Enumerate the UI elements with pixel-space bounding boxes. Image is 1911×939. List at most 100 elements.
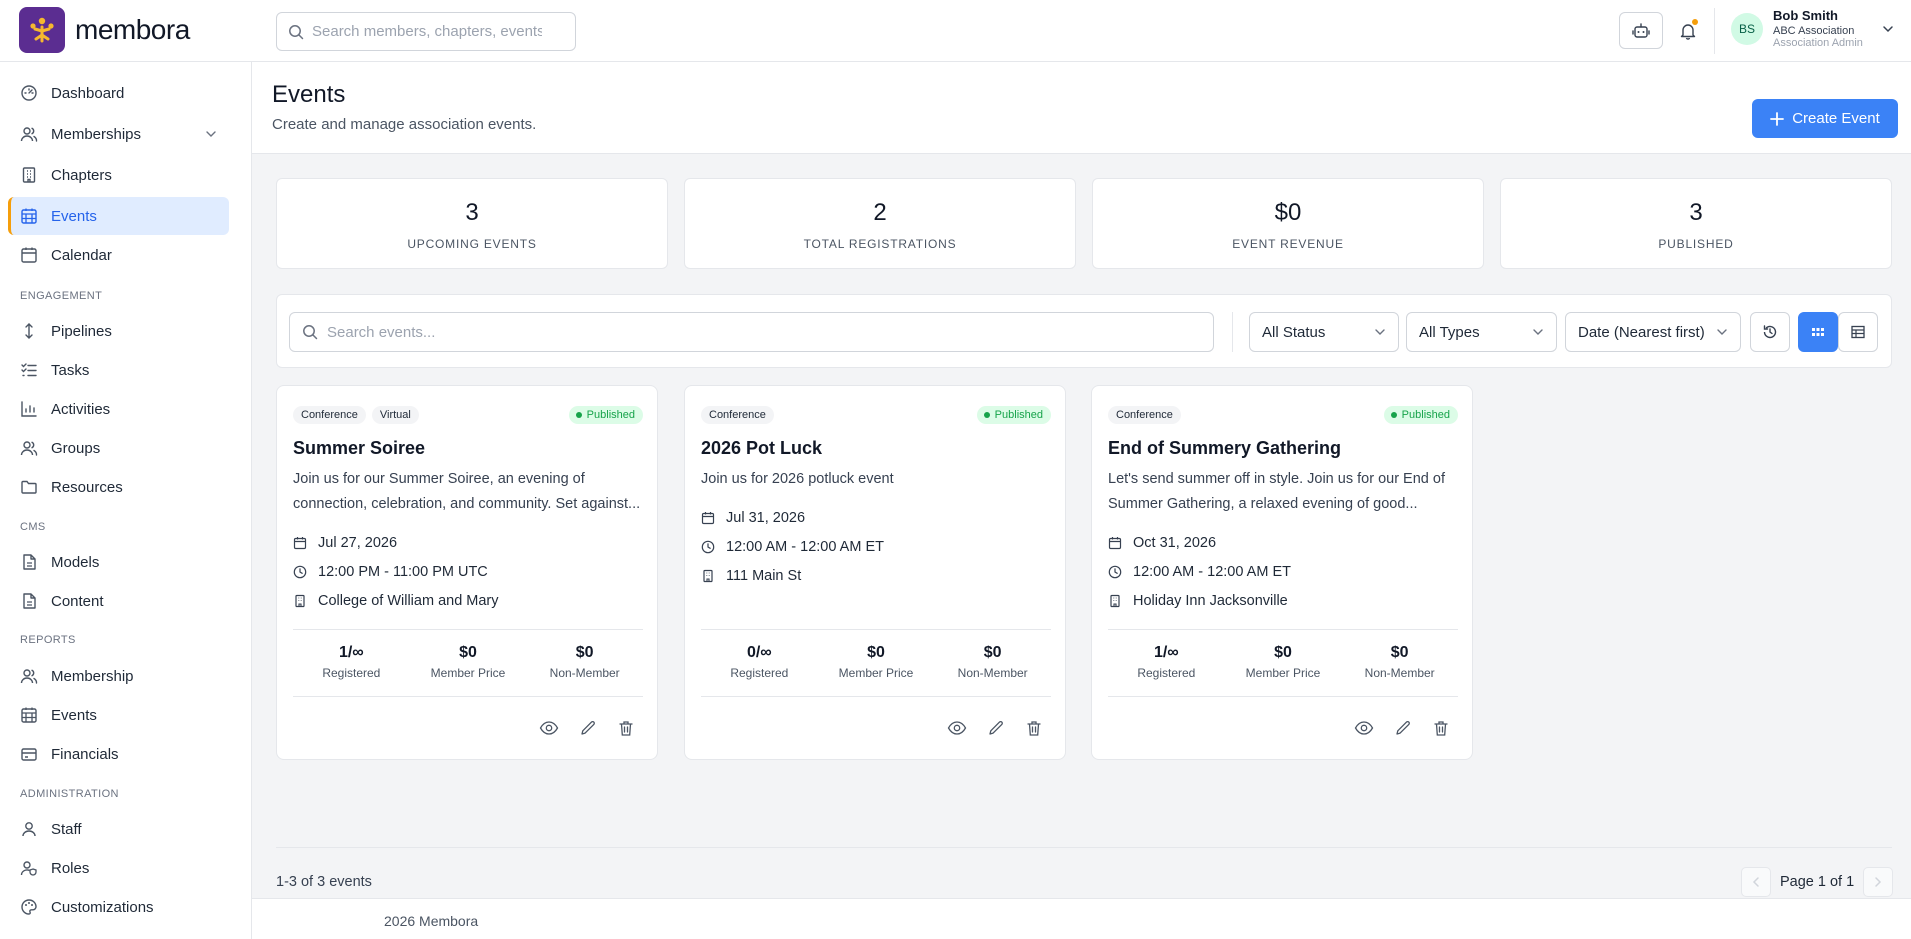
stat-label: TOTAL REGISTRATIONS <box>803 237 957 251</box>
status-text: Published <box>586 409 635 421</box>
history-icon <box>1762 324 1778 340</box>
notification-dot <box>1692 19 1698 25</box>
avatar: BS <box>1731 13 1763 46</box>
status-filter[interactable]: All Status <box>1249 312 1399 352</box>
sidebar-item-roles[interactable]: Roles <box>8 849 229 887</box>
edit-event-button[interactable] <box>579 719 597 737</box>
event-stats: 0/∞ Registered $0 Member Price $0 Non-Membe… <box>701 629 1051 697</box>
global-search[interactable] <box>276 12 576 51</box>
event-title[interactable]: End of Summery Gathering <box>1108 438 1341 459</box>
user-menu[interactable]: BS Bob Smith ABC Association Association… <box>1731 8 1895 49</box>
stat-total-registrations: 2 TOTAL REGISTRATIONS <box>684 178 1076 269</box>
event-date: Jul 27, 2026 <box>293 535 397 551</box>
section-label-administration: ADMINISTRATION <box>20 788 119 800</box>
sidebar-item-content[interactable]: Content <box>8 582 229 620</box>
user-icon <box>20 820 38 838</box>
sidebar-item-activities[interactable]: Activities <box>8 390 229 428</box>
event-search[interactable] <box>289 312 1214 352</box>
logo[interactable]: membora <box>19 7 190 53</box>
filter-bar: All Status All Types Date (Nearest first… <box>276 294 1892 368</box>
edit-event-button[interactable] <box>987 719 1005 737</box>
delete-event-button[interactable] <box>1432 719 1450 737</box>
event-title[interactable]: 2026 Pot Luck <box>701 438 822 459</box>
sort-select[interactable]: Date (Nearest first) <box>1565 312 1741 352</box>
create-event-button[interactable]: Create Event <box>1752 99 1898 138</box>
history-button[interactable] <box>1750 312 1790 352</box>
sidebar-item-staff[interactable]: Staff <box>8 810 229 848</box>
event-title[interactable]: Summer Soiree <box>293 438 425 459</box>
sidebar-item-financials[interactable]: Financials <box>8 735 229 773</box>
calendar-icon <box>293 536 307 550</box>
pencil-icon <box>989 721 1003 735</box>
member-price-value: $0 <box>867 644 885 661</box>
building-icon <box>1108 594 1122 608</box>
view-event-button[interactable] <box>1354 719 1374 737</box>
user-shield-icon <box>20 859 38 877</box>
event-time: 12:00 AM - 12:00 AM ET <box>1108 564 1291 580</box>
registered-label: Registered <box>730 666 789 680</box>
delete-event-button[interactable] <box>617 719 635 737</box>
stat-value: 2 <box>873 199 887 226</box>
status-dot <box>1390 412 1397 418</box>
chevron-left-icon <box>1752 877 1759 887</box>
event-search-input[interactable] <box>327 323 1201 341</box>
global-search-input[interactable] <box>312 23 542 40</box>
grid-icon <box>1810 324 1826 340</box>
event-location: 111 Main St <box>701 568 801 584</box>
sidebar-item-label: Models <box>51 553 100 571</box>
prev-page-button[interactable] <box>1741 867 1771 897</box>
status-text: Published <box>1401 409 1450 421</box>
grid-view-button[interactable] <box>1798 312 1838 352</box>
trash-icon <box>619 721 633 736</box>
sidebar-item-models[interactable]: Models <box>8 543 229 581</box>
event-card[interactable]: Conference Virtual Published Summer Soir… <box>276 385 658 760</box>
table-view-button[interactable] <box>1838 312 1878 352</box>
sidebar-item-label: Events <box>51 706 97 724</box>
logo-mark-icon <box>19 7 65 53</box>
sidebar-item-label: Chapters <box>51 166 112 184</box>
event-card[interactable]: Conference Published 2026 Pot Luck Join … <box>684 385 1066 760</box>
edit-event-button[interactable] <box>1394 719 1412 737</box>
type-filter[interactable]: All Types <box>1406 312 1557 352</box>
next-page-button[interactable] <box>1863 867 1894 897</box>
bar-chart-icon <box>20 400 38 418</box>
event-date: Jul 31, 2026 <box>701 510 805 526</box>
sidebar-item-label: Activities <box>51 400 111 418</box>
stat-value: 3 <box>465 199 479 226</box>
view-event-button[interactable] <box>947 719 967 737</box>
notifications-button[interactable] <box>1666 12 1710 49</box>
sidebar-item-calendar[interactable]: Calendar <box>8 236 229 274</box>
event-card[interactable]: Conference Published End of Summery Gath… <box>1091 385 1473 760</box>
users-icon <box>20 667 38 685</box>
clock-icon <box>293 565 307 579</box>
section-label-cms: CMS <box>20 521 46 533</box>
assistant-button[interactable] <box>1619 12 1663 49</box>
sidebar-item-resources[interactable]: Resources <box>8 468 229 506</box>
sidebar-item-memberships[interactable]: Memberships <box>8 115 229 153</box>
sidebar-item-pipelines[interactable]: Pipelines <box>8 312 229 350</box>
delete-event-button[interactable] <box>1025 719 1043 737</box>
status-badge: Published <box>568 406 643 424</box>
sidebar-item-events-report[interactable]: Events <box>8 696 229 734</box>
document-icon <box>20 592 38 610</box>
event-date: Oct 31, 2026 <box>1108 535 1216 551</box>
sidebar-item-tasks[interactable]: Tasks <box>8 351 229 389</box>
sidebar-item-groups[interactable]: Groups <box>8 429 229 467</box>
event-time-text: 12:00 AM - 12:00 AM ET <box>726 539 884 555</box>
calendar-grid-icon <box>20 706 38 724</box>
sidebar-item-chapters[interactable]: Chapters <box>8 156 229 194</box>
users-icon <box>20 125 38 143</box>
event-location: College of William and Mary <box>293 593 499 609</box>
palette-icon <box>20 898 38 916</box>
sidebar-item-dashboard[interactable]: Dashboard <box>8 74 229 112</box>
view-event-button[interactable] <box>539 719 559 737</box>
sidebar-item-events[interactable]: Events <box>8 197 229 235</box>
sidebar-item-label: Content <box>51 592 104 610</box>
building-icon <box>293 594 307 608</box>
clock-icon <box>1108 565 1122 579</box>
page-subtitle: Create and manage association events. <box>272 116 537 133</box>
dashboard-icon <box>20 84 38 102</box>
sidebar-item-membership-report[interactable]: Membership <box>8 657 229 695</box>
sidebar-item-customizations[interactable]: Customizations <box>8 888 229 926</box>
pencil-icon <box>581 721 595 735</box>
